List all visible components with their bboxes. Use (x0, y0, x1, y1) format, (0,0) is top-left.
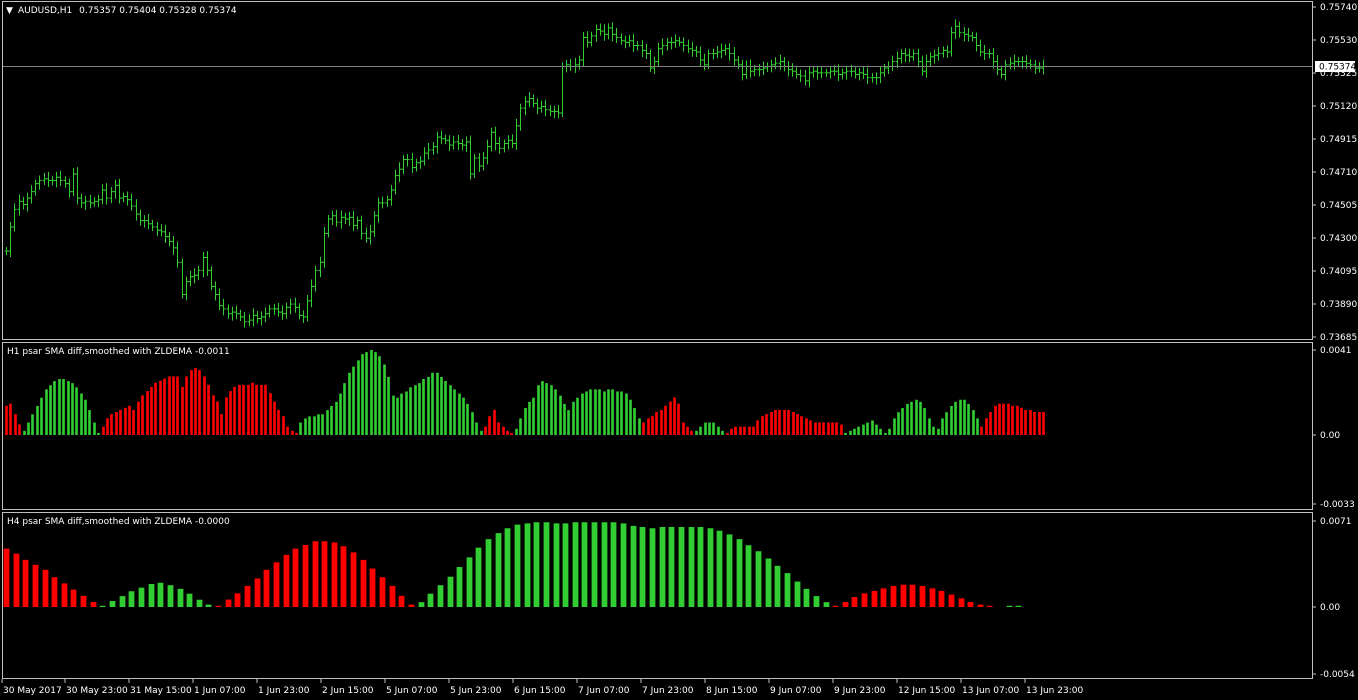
y-tick-label: 0.00 (1320, 603, 1340, 613)
y-tick-label: 0.74300 (1320, 234, 1357, 244)
y-tick-label: 0.74915 (1320, 135, 1357, 145)
x-tick-label: 8 Jun 15:00 (706, 686, 758, 696)
h4-indicator-title: H4 psar SMA diff,smoothed with ZLDEMA -0… (7, 517, 230, 527)
x-tick-label: 9 Jun 23:00 (834, 686, 886, 696)
x-tick-label: 7 Jun 23:00 (642, 686, 694, 696)
x-tick-label: 31 May 15:00 (130, 686, 192, 696)
y-tick-label: 0.75740 (1320, 3, 1357, 13)
chart-menu-arrow[interactable]: ▼ (6, 6, 13, 16)
symbol-title: AUDUSD,H1 (18, 6, 72, 16)
ohlc-values: 0.75357 0.75404 0.75328 0.75374 (79, 6, 237, 16)
x-tick-label: 1 Jun 07:00 (194, 686, 246, 696)
h1-indicator-title: H1 psar SMA diff,smoothed with ZLDEMA -0… (7, 347, 230, 357)
y-tick-label: -0.0054 (1320, 670, 1355, 680)
y-tick-label: 0.75530 (1320, 36, 1357, 46)
x-tick-label: 6 Jun 15:00 (514, 686, 566, 696)
y-tick-label: 0.00 (1320, 431, 1340, 441)
x-tick-label: 5 Jun 07:00 (386, 686, 438, 696)
x-tick-label: 7 Jun 07:00 (578, 686, 630, 696)
y-tick-label: 0.0071 (1320, 517, 1352, 527)
svg-text:AUDUSD,H1 0.75357 0.75404: AUDUSD,H1 0.75357 0.75404 0.75328 0.7537… (18, 6, 237, 16)
y-tick-label: 0.74710 (1320, 168, 1357, 178)
x-tick-label: 30 May 23:00 (66, 686, 128, 696)
chart-window: ▼ AUDUSD,H1 0.75357 0.75404 0.75328 0.75… (0, 0, 1358, 700)
x-tick-label: 5 Jun 23:00 (450, 686, 502, 696)
x-tick-label: 9 Jun 07:00 (770, 686, 822, 696)
x-tick-label: 30 May 2017 (3, 686, 62, 696)
y-tick-label: 0.73890 (1320, 300, 1357, 310)
x-tick-label: 12 Jun 15:00 (898, 686, 955, 696)
y-tick-label: 0.0041 (1320, 346, 1352, 356)
x-tick-label: 1 Jun 23:00 (258, 686, 310, 696)
y-tick-label: 0.75120 (1320, 102, 1357, 112)
y-tick-label: -0.0033 (1320, 500, 1355, 510)
current-price-label: 0.75374 (1319, 63, 1356, 73)
x-tick-label: 13 Jun 07:00 (962, 686, 1019, 696)
x-tick-label: 13 Jun 23:00 (1026, 686, 1083, 696)
y-tick-label: 0.73685 (1320, 333, 1357, 343)
y-tick-label: 0.74095 (1320, 267, 1357, 277)
y-tick-label: 0.74505 (1320, 201, 1357, 211)
x-tick-label: 2 Jun 15:00 (322, 686, 374, 696)
